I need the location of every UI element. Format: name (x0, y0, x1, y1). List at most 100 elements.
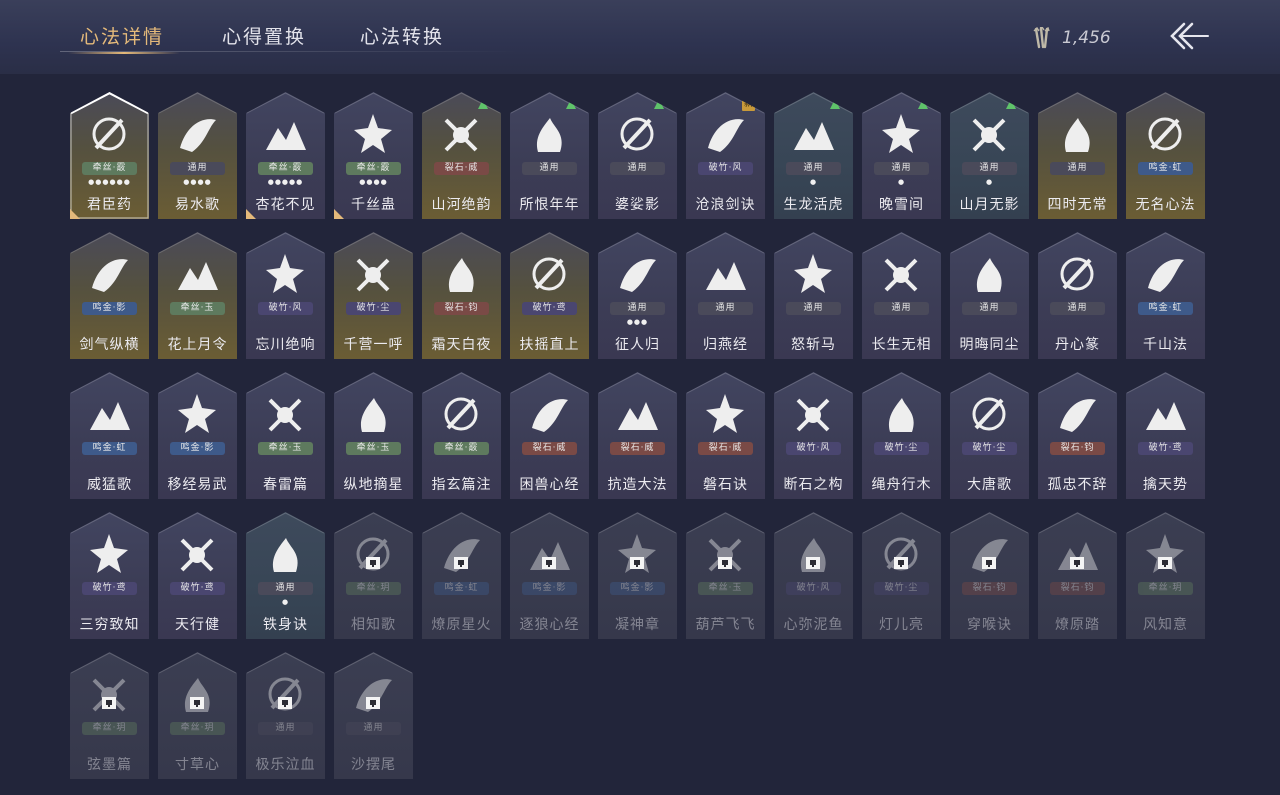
xinfa-card[interactable]: 牵丝·霰 ●●●●● 杏花不见 (246, 92, 325, 219)
card-level-dots: ●●●● (183, 178, 212, 186)
card-school-badge: 牵丝·玥 (1138, 582, 1193, 595)
xinfa-card[interactable]: 鸣金·影 移经易武 (158, 372, 237, 499)
xinfa-card[interactable]: 牵丝·霰 ●●●● 千丝蛊 (334, 92, 413, 219)
xinfa-card[interactable]: 裂石·钧 孤忠不辞 (1038, 372, 1117, 499)
xinfa-card[interactable]: 破竹·风 心弥泥鱼 (774, 512, 853, 639)
card-school-badge: 鸣金·影 (82, 302, 137, 315)
xinfa-card[interactable]: 通用 ● 山月无影 (950, 92, 1029, 219)
card-school-badge: 裂石·钧 (1050, 582, 1105, 595)
card-school-badge: 破竹·鸢 (170, 582, 225, 595)
xinfa-card[interactable]: 鸣金·虹 千山法 (1126, 232, 1205, 359)
xinfa-card[interactable]: 破竹·鸢 扶摇直上 (510, 232, 589, 359)
card-school-badge: 破竹·风 (786, 582, 841, 595)
xinfa-card[interactable]: 破竹·鸢 擒天势 (1126, 372, 1205, 499)
xinfa-card[interactable]: 破竹·风 沧浪剑诀 新 (686, 92, 765, 219)
card-level-dots: ●●●●● (267, 178, 304, 186)
card-school-badge: 裂石·钧 (434, 302, 489, 315)
card-name: 霜天白夜 (431, 337, 492, 353)
lock-icon (718, 557, 732, 569)
xinfa-card[interactable]: 鸣金·影 凝神章 (598, 512, 677, 639)
crossed-swords-icon (92, 259, 128, 292)
xinfa-card[interactable]: 通用 沙摆尾 (334, 652, 413, 779)
spear-icon (444, 539, 480, 572)
xinfa-card[interactable]: 通用 极乐泣血 (246, 652, 325, 779)
xinfa-card[interactable]: 通用 ●●● 征人归 (598, 232, 677, 359)
card-school-badge: 裂石·钧 (1050, 442, 1105, 455)
xinfa-card[interactable]: 破竹·尘 大唐歌 (950, 372, 1029, 499)
xinfa-card[interactable]: 通用 ● 生龙活虎 (774, 92, 853, 219)
card-name: 三穷致知 (79, 617, 140, 633)
tab-xinde-exchange[interactable]: 心得置换 (222, 22, 306, 49)
monk-icon (178, 394, 216, 433)
xinfa-card[interactable]: 牵丝·玥风知意 (1126, 512, 1205, 639)
card-school-badge: 破竹·鸢 (522, 302, 577, 315)
back-button[interactable] (1166, 20, 1210, 52)
xinfa-card[interactable]: 通用 所恨年年 (510, 92, 589, 219)
xinfa-card[interactable]: 通用 明晦同尘 (950, 232, 1029, 359)
xinfa-card[interactable]: 破竹·尘 灯儿亮 (862, 512, 941, 639)
flower-icon (266, 122, 306, 150)
xinfa-card[interactable]: 鸣金·虹 燎原星火 (422, 512, 501, 639)
xinfa-card[interactable]: 裂石·威 山河绝韵 (422, 92, 501, 219)
card-name: 穿喉诀 (967, 617, 1012, 633)
xinfa-card[interactable]: 破竹·尘 绳舟行木 (862, 372, 941, 499)
xinfa-card[interactable]: 通用 丹心篆 (1038, 232, 1117, 359)
xinfa-card[interactable]: 鸣金·虹 威猛歌 (70, 372, 149, 499)
card-school-badge: 裂石·威 (698, 442, 753, 455)
xinfa-card[interactable]: 鸣金·虹 无名心法 (1126, 92, 1205, 219)
xinfa-card[interactable]: 破竹·风 断石之构 (774, 372, 853, 499)
tab-xinfa-details[interactable]: 心法详情 (80, 22, 164, 49)
xinfa-card[interactable]: 通用 ●●●● 易水歌 (158, 92, 237, 219)
xinfa-card[interactable]: 裂石·威 抗造大法 (598, 372, 677, 499)
xinfa-card[interactable]: 牵丝·霰 指玄篇注 (422, 372, 501, 499)
xinfa-card[interactable]: 牵丝·玥 弦墨篇 (70, 652, 149, 779)
card-school-badge: 裂石·威 (610, 442, 665, 455)
xinfa-card[interactable]: 裂石·威 磐石诀 (686, 372, 765, 499)
bow-icon (618, 534, 656, 573)
arrows-currency-icon (1033, 27, 1050, 49)
xinfa-card[interactable]: 裂石·钧 燎原踏 (1038, 512, 1117, 639)
xinfa-card[interactable]: 裂石·钧霜天白夜 (422, 232, 501, 359)
xinfa-card[interactable]: 通用 ● 铁身诀 (246, 512, 325, 639)
xinfa-card[interactable]: 牵丝·玉 花上月令 (158, 232, 237, 359)
xinfa-card[interactable]: 破竹·鸢 天行健 (158, 512, 237, 639)
corner-mark-icon (246, 209, 256, 219)
card-school-badge: 破竹·风 (258, 302, 313, 315)
card-name: 征人归 (615, 337, 660, 353)
xinfa-card[interactable]: 破竹·鸢 三穷致知 (70, 512, 149, 639)
card-school-badge: 破竹·风 (786, 442, 841, 455)
peaks-icon (1148, 259, 1184, 292)
card-school-badge: 牵丝·霰 (346, 162, 401, 175)
xinfa-card[interactable]: 裂石·威 困兽心经 (510, 372, 589, 499)
xinfa-card[interactable]: 通用 四时无常 (1038, 92, 1117, 219)
xinfa-card[interactable]: 破竹·尘 千营一呼 (334, 232, 413, 359)
xinfa-card[interactable]: 牵丝·玥 寸草心 (158, 652, 237, 779)
upgrade-arrow-icon (830, 99, 840, 109)
xinfa-card[interactable]: 破竹·风 忘川绝响 (246, 232, 325, 359)
xinfa-card[interactable]: 牵丝·玥 相知歌 (334, 512, 413, 639)
xinfa-card[interactable]: 通用 归燕经 (686, 232, 765, 359)
card-name: 风知意 (1143, 617, 1188, 633)
card-name: 婆娑影 (615, 197, 660, 213)
xinfa-card[interactable]: 通用 怒斩马 (774, 232, 853, 359)
xinfa-card[interactable]: 牵丝·玉 纵地摘星 (334, 372, 413, 499)
card-name: 逐狼心经 (519, 617, 580, 633)
card-school-badge: 牵丝·玉 (170, 302, 225, 315)
xinfa-card[interactable]: 鸣金·影 剑气纵横 (70, 232, 149, 359)
card-school-badge: 破竹·尘 (962, 442, 1017, 455)
card-school-badge: 牵丝·玉 (346, 442, 401, 455)
xinfa-card[interactable]: 牵丝·玉 春雷篇 (246, 372, 325, 499)
card-school-badge: 破竹·尘 (874, 582, 929, 595)
xinfa-card[interactable]: 通用 ● 晚雪间 (862, 92, 941, 219)
xinfa-card[interactable]: 鸣金·影 逐狼心经 (510, 512, 589, 639)
tab-xinfa-convert[interactable]: 心法转换 (360, 22, 444, 49)
umbrella-icon (180, 538, 214, 572)
top-bar: 心法详情 心得置换 心法转换 1,456 (0, 0, 1280, 74)
xinfa-card[interactable]: 牵丝·霰 ●●●●●● 君臣药 (70, 92, 149, 219)
card-school-badge: 通用 (1050, 302, 1105, 315)
xinfa-card[interactable]: 裂石·钧 穿喉诀 (950, 512, 1029, 639)
xinfa-card[interactable]: 牵丝·玉 葫芦飞飞 (686, 512, 765, 639)
xinfa-card[interactable]: 通用 婆娑影 (598, 92, 677, 219)
dragon-sword-icon (708, 119, 744, 152)
xinfa-card[interactable]: 通用 长生无相 (862, 232, 941, 359)
